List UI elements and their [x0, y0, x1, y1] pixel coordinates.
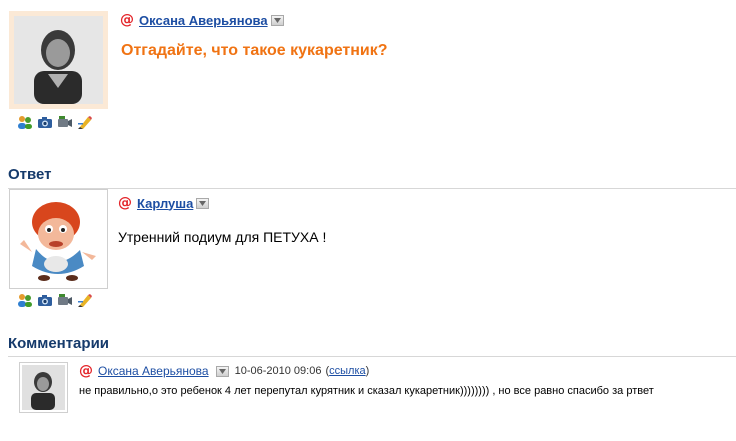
- answer-author-avatar[interactable]: [14, 194, 103, 284]
- question-author-avatar-frame: [9, 11, 108, 109]
- question-author-line: @ Оксана Аверьянова: [120, 12, 284, 28]
- chevron-down-icon[interactable]: [215, 365, 229, 377]
- comment-timestamp: 10-06-2010 09:06: [234, 365, 322, 377]
- edit-pencil-icon[interactable]: [76, 291, 94, 309]
- camera-icon[interactable]: [36, 291, 54, 309]
- question-author-avatar[interactable]: [14, 16, 103, 104]
- answer-author-avatar-frame: [9, 189, 108, 289]
- comment-text: не правильно,о это ребенок 4 лет перепут…: [79, 385, 654, 397]
- comment-permalink[interactable]: ссылка: [329, 365, 366, 377]
- comment-author-link[interactable]: Оксана Аверьянова: [98, 364, 209, 378]
- comment-author-avatar-frame: [19, 362, 68, 413]
- users-icon[interactable]: [16, 113, 34, 131]
- at-icon: @: [118, 195, 132, 211]
- question-author-link[interactable]: Оксана Аверьянова: [139, 13, 268, 28]
- video-camera-icon[interactable]: [56, 291, 74, 309]
- comments-divider: [8, 356, 736, 357]
- question-title: Отгадайте, что такое кукаретник?: [121, 42, 388, 59]
- video-camera-icon[interactable]: [56, 113, 74, 131]
- comment-author-avatar[interactable]: [22, 365, 65, 410]
- answer-text: Утренний подиум для ПЕТУХА !: [118, 229, 327, 245]
- camera-icon[interactable]: [36, 113, 54, 131]
- edit-pencil-icon[interactable]: [76, 113, 94, 131]
- users-icon[interactable]: [16, 291, 34, 309]
- answer-section-title: Ответ: [8, 166, 52, 183]
- question-profile-actions: [16, 113, 94, 131]
- comments-section-title: Комментарии: [8, 335, 110, 352]
- comment-header: @ Оксана Аверьянова 10-06-2010 09:06 (сс…: [79, 363, 369, 379]
- chevron-down-icon[interactable]: [270, 14, 284, 26]
- avatar-photo: [14, 16, 103, 104]
- answer-author-link[interactable]: Карлуша: [137, 196, 193, 211]
- close-paren: ): [365, 365, 370, 377]
- answer-profile-actions: [16, 291, 94, 309]
- chevron-down-icon[interactable]: [196, 197, 210, 209]
- comment-permalink-wrap: (ссылка): [325, 365, 369, 377]
- answer-author-line: @ Карлуша: [118, 195, 210, 211]
- answer-divider: [8, 188, 736, 189]
- at-icon: @: [79, 363, 93, 379]
- at-icon: @: [120, 12, 134, 28]
